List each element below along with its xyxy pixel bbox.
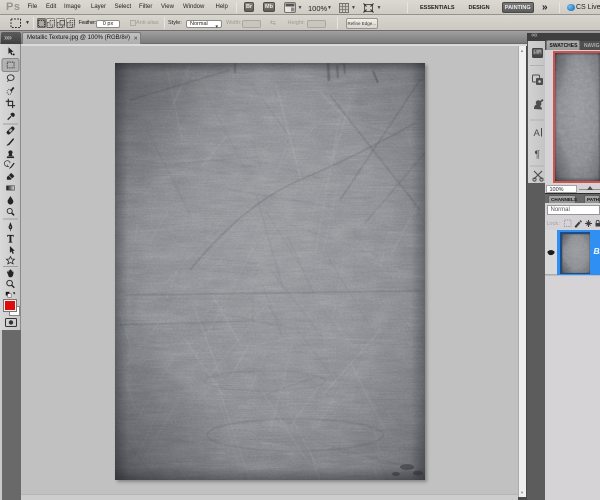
svg-text:A: A bbox=[534, 128, 541, 139]
svg-text:¶: ¶ bbox=[535, 149, 541, 161]
